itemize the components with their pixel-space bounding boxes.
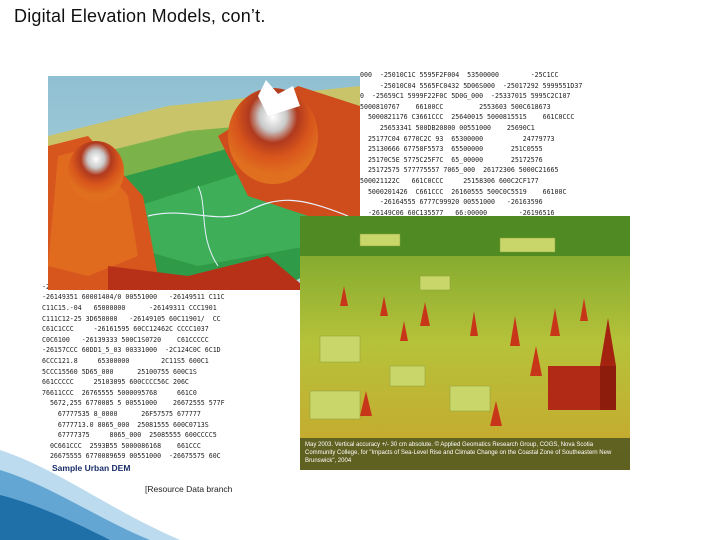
decorative-waves	[0, 450, 180, 540]
urban-dem-image	[300, 216, 630, 470]
slide-title: Digital Elevation Models, con’t.	[14, 6, 266, 26]
urban-image-caption: May 2003. Vertical accuracy +/- 30 cm ab…	[305, 442, 612, 464]
